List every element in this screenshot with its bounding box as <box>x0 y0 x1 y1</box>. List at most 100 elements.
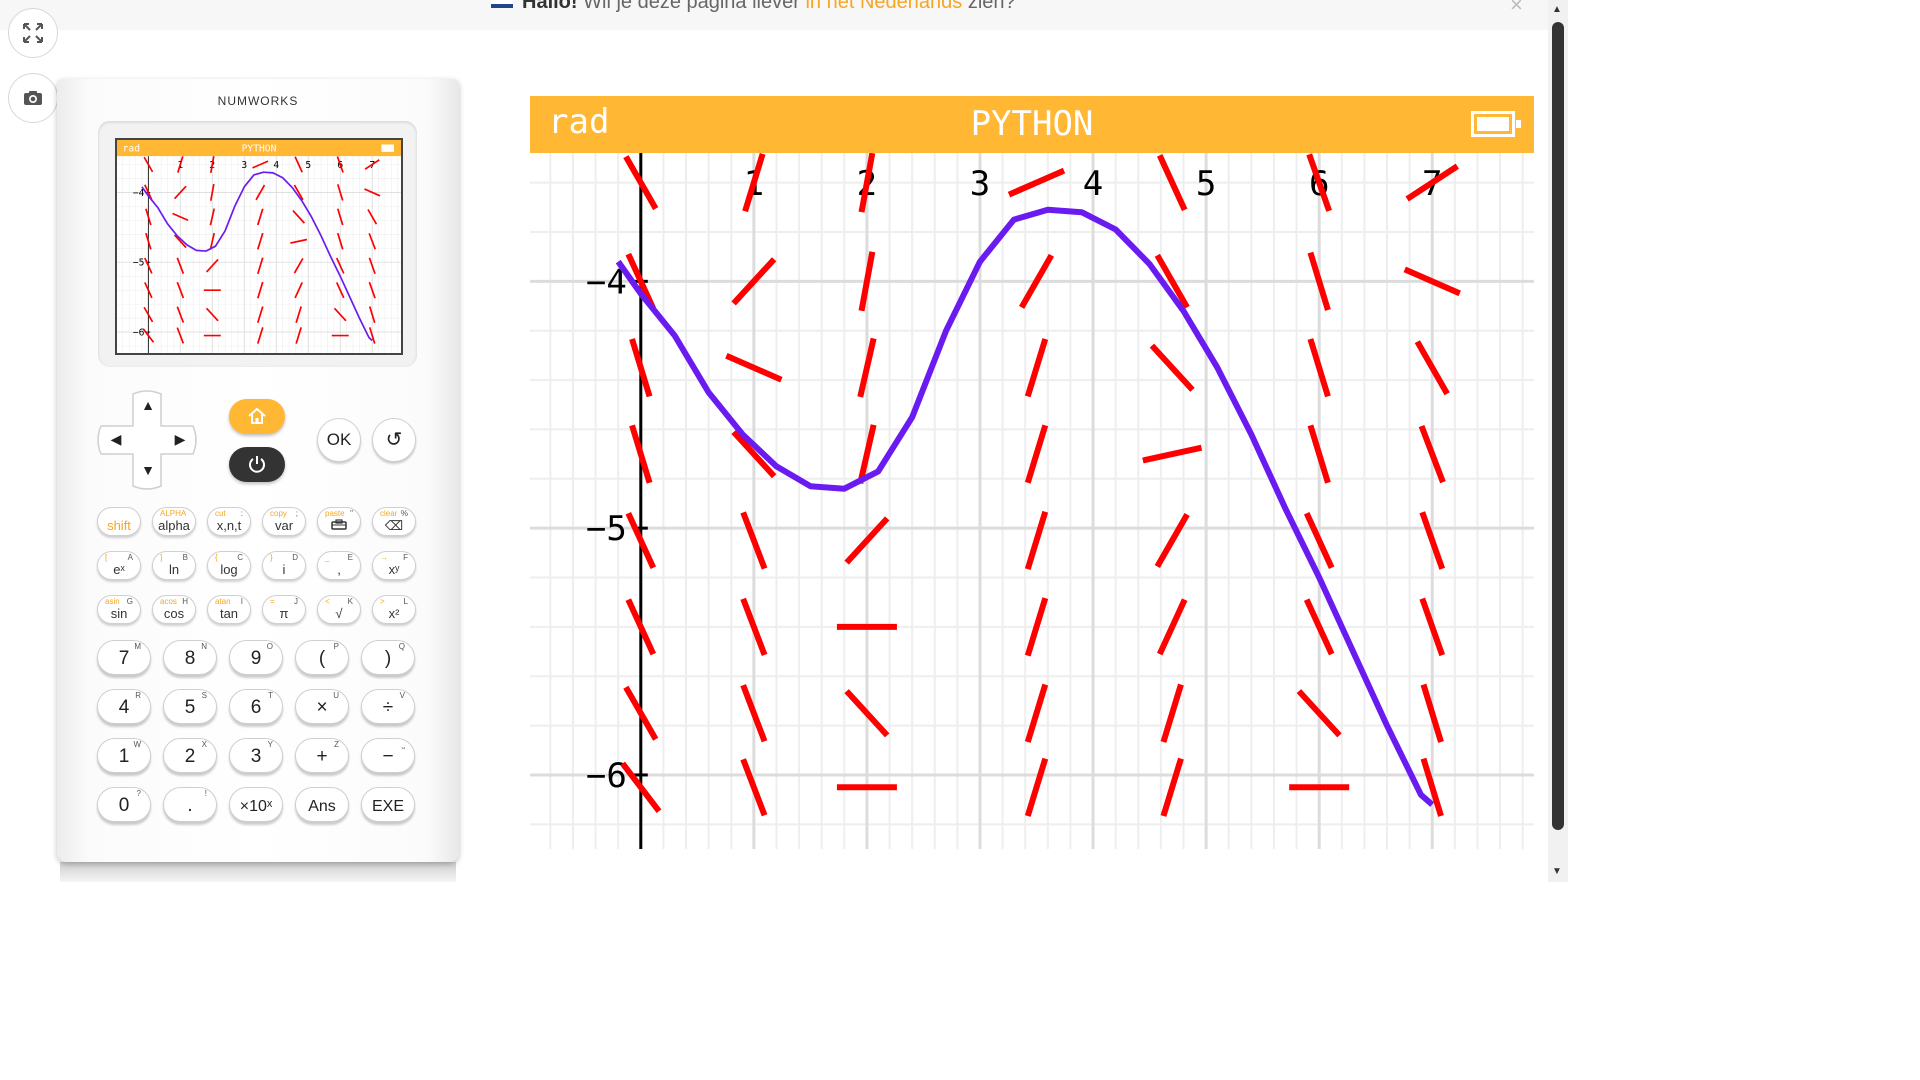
key-label: var <box>274 518 294 533</box>
key-label: 4 <box>118 697 130 718</box>
fullscreen-button[interactable] <box>8 8 58 58</box>
key-÷[interactable]: ÷ V <box>361 689 415 724</box>
key-x,n,t[interactable]: cut: x,n,t <box>207 507 251 536</box>
power-button[interactable] <box>229 447 285 482</box>
key-5[interactable]: 5S <box>163 689 217 724</box>
arrow-right-icon: ▶ <box>174 431 186 447</box>
home-icon <box>248 407 266 424</box>
key-sin[interactable]: asin Gsin <box>97 595 141 624</box>
x-tick-label: 4 <box>273 160 279 171</box>
key-alpha-label: " <box>350 509 353 518</box>
key-alpha-label: ! <box>204 789 207 798</box>
key-label: 7 <box>118 648 130 669</box>
key-)[interactable]: ) Q <box>361 640 415 675</box>
slope-segment <box>1160 757 1184 817</box>
key-9[interactable]: 9O <box>229 640 283 675</box>
key-label: × <box>316 697 328 718</box>
arrow-up-button[interactable]: ▲ <box>137 397 159 419</box>
key-toolbox[interactable]: paste " <box>317 507 361 536</box>
key-3[interactable]: 3Y <box>229 738 283 773</box>
key-.[interactable]: .! <box>163 787 217 822</box>
banner-prefix: Wil je deze pagina liever <box>583 0 800 13</box>
key-alpha-label: B <box>182 553 188 562</box>
key-1[interactable]: 1W <box>97 738 151 773</box>
key-log[interactable]: {Clog <box>207 551 251 580</box>
key-label: . <box>187 795 193 816</box>
key-alpha-label: S <box>201 691 207 700</box>
key-−[interactable]: − ⎵ <box>361 738 415 773</box>
arrow-right-button[interactable]: ▶ <box>169 431 191 453</box>
key-+[interactable]: + Z <box>295 738 349 773</box>
key-π[interactable]: = Jπ <box>262 595 306 624</box>
key-×[interactable]: × U <box>295 689 349 724</box>
key-√[interactable]: < K √ <box>317 595 361 624</box>
scroll-up-icon[interactable]: ▲ <box>1552 4 1562 15</box>
key-tan[interactable]: atan Itan <box>207 595 251 624</box>
key-eˣ[interactable]: [Aeˣ <box>97 551 141 580</box>
key-alpha-label: J <box>294 597 298 606</box>
slope-segment <box>290 238 308 244</box>
slope-segment <box>256 327 264 344</box>
key-label: alpha <box>158 518 190 533</box>
key-xʸ[interactable]: → Fxʸ <box>372 551 416 580</box>
key-EXE[interactable]: EXE <box>361 787 415 822</box>
scrollbar-thumb[interactable] <box>1552 22 1564 830</box>
scroll-down-icon[interactable]: ▼ <box>1552 866 1562 877</box>
key-label: 9 <box>250 648 262 669</box>
key-label: eˣ <box>113 562 125 577</box>
arrow-down-button[interactable]: ▼ <box>137 462 159 484</box>
key-alpha[interactable]: ALPHA alpha <box>152 507 196 536</box>
key-i[interactable]: } Di <box>262 551 306 580</box>
key-×10ˣ[interactable]: ×10ˣ <box>229 787 283 822</box>
app-title: PYTHON <box>970 104 1094 144</box>
key-alpha-label: L <box>403 597 408 606</box>
slope-field-graph: 1234567−4−5−6 <box>530 152 1534 849</box>
calculator-screen: 1234567−4−5−6radPYTHON <box>115 138 403 355</box>
key-Ans[interactable]: Ans <box>295 787 349 822</box>
key-alpha-label: M <box>134 642 141 651</box>
key-alpha-label: A <box>127 553 133 562</box>
key-alpha-label: ? <box>136 789 141 798</box>
key-label: sin <box>110 606 128 621</box>
key-label: ×10ˣ <box>239 798 273 815</box>
key-alpha-label: P <box>333 642 339 651</box>
back-button[interactable]: ↺ <box>372 418 416 462</box>
key-label: + <box>316 746 328 767</box>
key-shift[interactable]: shift <box>97 507 141 536</box>
slope-segment <box>1149 343 1195 392</box>
key-0[interactable]: 0? <box>97 787 151 822</box>
banner-greeting: Hallo! <box>522 0 578 13</box>
key-alt-label: acos <box>160 597 177 606</box>
screenshot-button[interactable] <box>8 73 58 123</box>
home-button[interactable] <box>229 399 285 434</box>
key-ln[interactable]: ] Bln <box>152 551 196 580</box>
slope-segment <box>1024 683 1049 743</box>
banner-language-link[interactable]: in het Nederlands <box>805 0 962 13</box>
key-alpha-label: N <box>201 642 207 651</box>
key-6[interactable]: 6T <box>229 689 283 724</box>
key-,[interactable]: _ E, <box>317 551 361 580</box>
key-x²[interactable]: > Lx² <box>372 595 416 624</box>
key-7[interactable]: 7M <box>97 640 151 675</box>
arrow-left-button[interactable]: ◀ <box>105 431 127 453</box>
key-alt-label: asin <box>105 597 120 606</box>
ok-button[interactable]: OK <box>317 418 361 462</box>
key-8[interactable]: 8N <box>163 640 217 675</box>
close-icon[interactable]: × <box>1510 0 1523 18</box>
arrow-up-icon: ▲ <box>141 397 155 413</box>
key-alpha-label: Z <box>334 740 339 749</box>
arrow-down-icon: ▼ <box>141 462 155 478</box>
key-alt-label: = <box>270 597 275 606</box>
key-label: 1 <box>118 746 130 767</box>
key-cos[interactable]: acos Hcos <box>152 595 196 624</box>
key-label: 3 <box>250 746 262 767</box>
key-⌫[interactable]: clear% ⌫ <box>372 507 416 536</box>
key-4[interactable]: 4R <box>97 689 151 724</box>
key-([interactable]: (P <box>295 640 349 675</box>
slope-segment <box>256 306 264 323</box>
key-var[interactable]: copy; var <box>262 507 306 536</box>
key-2[interactable]: 2X <box>163 738 217 773</box>
page-scrollbar[interactable]: ▲ ▼ <box>1548 0 1568 882</box>
key-alpha-label: V <box>399 691 405 700</box>
key-label: ln <box>168 562 180 577</box>
